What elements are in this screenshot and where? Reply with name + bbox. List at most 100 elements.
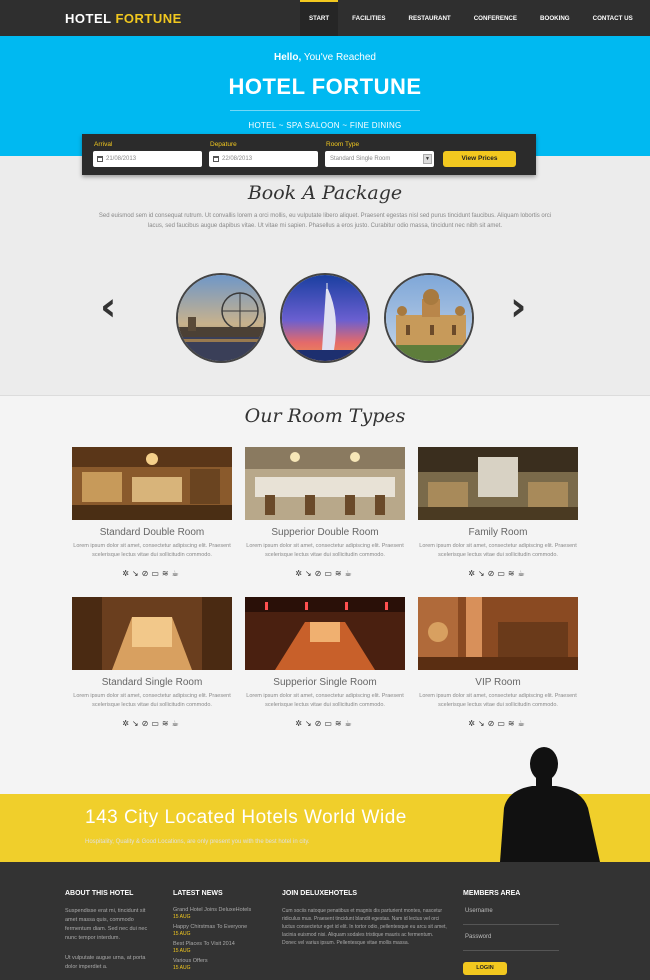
news-title[interactable]: Best Places To Visit 2014 — [173, 941, 273, 948]
departure-label: Depature — [210, 141, 237, 148]
room-photo-standard-single[interactable] — [72, 597, 232, 670]
menu-item-conference[interactable]: CONFERENCE — [465, 0, 526, 36]
room-name[interactable]: Supperior Single Room — [245, 677, 405, 688]
room-amenities: ✲↘⊘▭≋☕ — [72, 719, 232, 728]
hero-divider — [230, 110, 420, 111]
footer-about-text: Suspendisse erat mi, tincidunt sit amet … — [65, 908, 148, 941]
password-label: Password — [465, 934, 492, 940]
room-description: Lorem ipsum dolor sit amet, consectetur … — [73, 693, 231, 708]
wifi-icon: ≋ — [507, 569, 518, 578]
room-type-label: Room Type — [326, 141, 360, 148]
room-description: Lorem ipsum dolor sit amet, consectetur … — [419, 693, 577, 708]
hotels-banner-subtitle: Hospitality, Quality & Good Locations, a… — [85, 839, 310, 845]
username-input[interactable] — [463, 916, 559, 925]
footer-news-title: LATEST NEWS — [173, 890, 223, 897]
wifi-icon: ≋ — [507, 719, 518, 728]
package-image-dubai[interactable] — [280, 273, 370, 363]
menu-item-restaurant[interactable]: RESTAURANT — [400, 0, 460, 36]
coffee-icon: ☕ — [171, 719, 182, 728]
room-amenities: ✲↘⊘▭≋☕ — [245, 719, 405, 728]
arrival-date-value: 21/08/2013 — [106, 156, 137, 162]
coffee-icon: ☕ — [344, 719, 355, 728]
footer-about-text-2: Ut vulputate augue urna, at porta dolor … — [65, 955, 146, 970]
room-amenities: ✲↘⊘▭≋☕ — [72, 569, 232, 578]
room-name[interactable]: Supperior Double Room — [245, 527, 405, 538]
news-date: 15 AUG — [173, 931, 191, 937]
news-date: 15 AUG — [173, 914, 191, 920]
news-item[interactable]: Happy Chirstmas To Everyone 15 AUG — [173, 924, 273, 938]
package-image-london[interactable] — [176, 273, 266, 363]
tv-icon: ▭ — [151, 569, 162, 578]
room-photo-standard-double[interactable] — [72, 447, 232, 520]
hairdryer-icon: ↘ — [131, 719, 142, 728]
tv-icon: ▭ — [151, 719, 162, 728]
room-type-select[interactable]: Standard Single Room ▼ — [325, 151, 434, 167]
footer-join-title: JOIN DELUXEHOTELS — [282, 890, 358, 897]
room-photo-supperior-single[interactable] — [245, 597, 405, 670]
hero-title: HOTEL FORTUNE — [228, 74, 422, 99]
room-name[interactable]: Standard Single Room — [72, 677, 232, 688]
footer-members-title: MEMBERS AREA — [463, 890, 521, 897]
news-list: Grand Hotel Joins DeluxeHotels 15 AUG Hap… — [173, 907, 273, 972]
view-prices-button[interactable]: View Prices — [443, 151, 516, 167]
hotels-banner-title: 143 City Located Hotels World Wide — [85, 807, 407, 828]
tv-icon: ▭ — [324, 719, 335, 728]
hairdryer-icon: ↘ — [304, 569, 315, 578]
room-name[interactable]: Standard Double Room — [72, 527, 232, 538]
news-title[interactable]: Various Offers — [173, 958, 273, 965]
logo-accent-text: FORTUNE — [115, 11, 182, 26]
fan-icon: ✲ — [468, 719, 478, 728]
arrival-date-field[interactable]: 21/08/2013 — [93, 151, 202, 167]
wifi-icon: ≋ — [161, 719, 172, 728]
tv-icon: ▭ — [497, 719, 508, 728]
news-item[interactable]: Grand Hotel Joins DeluxeHotels 15 AUG — [173, 907, 273, 921]
news-title[interactable]: Happy Chirstmas To Everyone — [173, 924, 273, 931]
site-logo[interactable]: HOTEL FORTUNE — [65, 11, 182, 26]
login-button[interactable]: LOGIN — [463, 962, 507, 975]
chevron-down-icon: ▼ — [423, 154, 432, 164]
rooms-section-title: Our Room Types — [244, 405, 406, 427]
room-description: Lorem ipsum dolor sit amet, consectetur … — [419, 543, 577, 558]
menu-item-facilities[interactable]: FACILITIES — [343, 0, 394, 36]
news-date: 15 AUG — [173, 948, 191, 954]
departure-date-field[interactable]: 22/08/2013 — [209, 151, 318, 167]
room-amenities: ✲↘⊘▭≋☕ — [418, 569, 578, 578]
no-smoking-icon: ⊘ — [141, 569, 152, 578]
room-description: Lorem ipsum dolor sit amet, consectetur … — [246, 543, 404, 558]
news-item[interactable]: Various Offers 15 AUG — [173, 958, 273, 972]
footer-about-title: ABOUT THIS HOTEL — [65, 890, 134, 897]
room-name[interactable]: Family Room — [418, 527, 578, 538]
menu-item-booking[interactable]: BOOKING — [531, 0, 579, 36]
carousel-next-arrow-icon[interactable]: › — [510, 287, 526, 327]
coffee-icon: ☕ — [517, 719, 528, 728]
logo-text: HOTEL — [65, 11, 112, 26]
main-menu: START FACILITIES RESTAURANT CONFERENCE B… — [300, 0, 647, 36]
room-photo-vip[interactable] — [418, 597, 578, 670]
news-item[interactable]: Best Places To Visit 2014 15 AUG — [173, 941, 273, 955]
hairdryer-icon: ↘ — [477, 569, 488, 578]
password-input[interactable] — [463, 942, 559, 951]
hairdryer-icon: ↘ — [477, 719, 488, 728]
hairdryer-icon: ↘ — [304, 719, 315, 728]
calendar-icon — [213, 156, 219, 162]
carousel-prev-arrow-icon[interactable]: ‹ — [100, 287, 116, 327]
menu-item-contact-us[interactable]: CONTACT US — [584, 0, 642, 36]
room-type-value: Standard Single Room — [330, 156, 391, 162]
username-label: Username — [465, 908, 493, 914]
room-amenities: ✲↘⊘▭≋☕ — [418, 719, 578, 728]
news-title[interactable]: Grand Hotel Joins DeluxeHotels — [173, 907, 273, 914]
package-section-title: Book A Package — [247, 182, 403, 204]
room-photo-supperior-double[interactable] — [245, 447, 405, 520]
tv-icon: ▭ — [324, 569, 335, 578]
wifi-icon: ≋ — [161, 569, 172, 578]
menu-item-start[interactable]: START — [300, 0, 339, 36]
package-image-palace[interactable] — [384, 273, 474, 363]
package-description: Sed euismod sem id consequat rutrum. Ut … — [98, 213, 552, 229]
room-description: Lorem ipsum dolor sit amet, consectetur … — [73, 543, 231, 558]
room-photo-family[interactable] — [418, 447, 578, 520]
footer-join-text: Cum sociis natoque penatibus et magnis d… — [282, 908, 447, 946]
businessman-silhouette-image — [500, 747, 600, 862]
wifi-icon: ≋ — [334, 719, 345, 728]
wifi-icon: ≋ — [334, 569, 345, 578]
room-name[interactable]: VIP Room — [418, 677, 578, 688]
